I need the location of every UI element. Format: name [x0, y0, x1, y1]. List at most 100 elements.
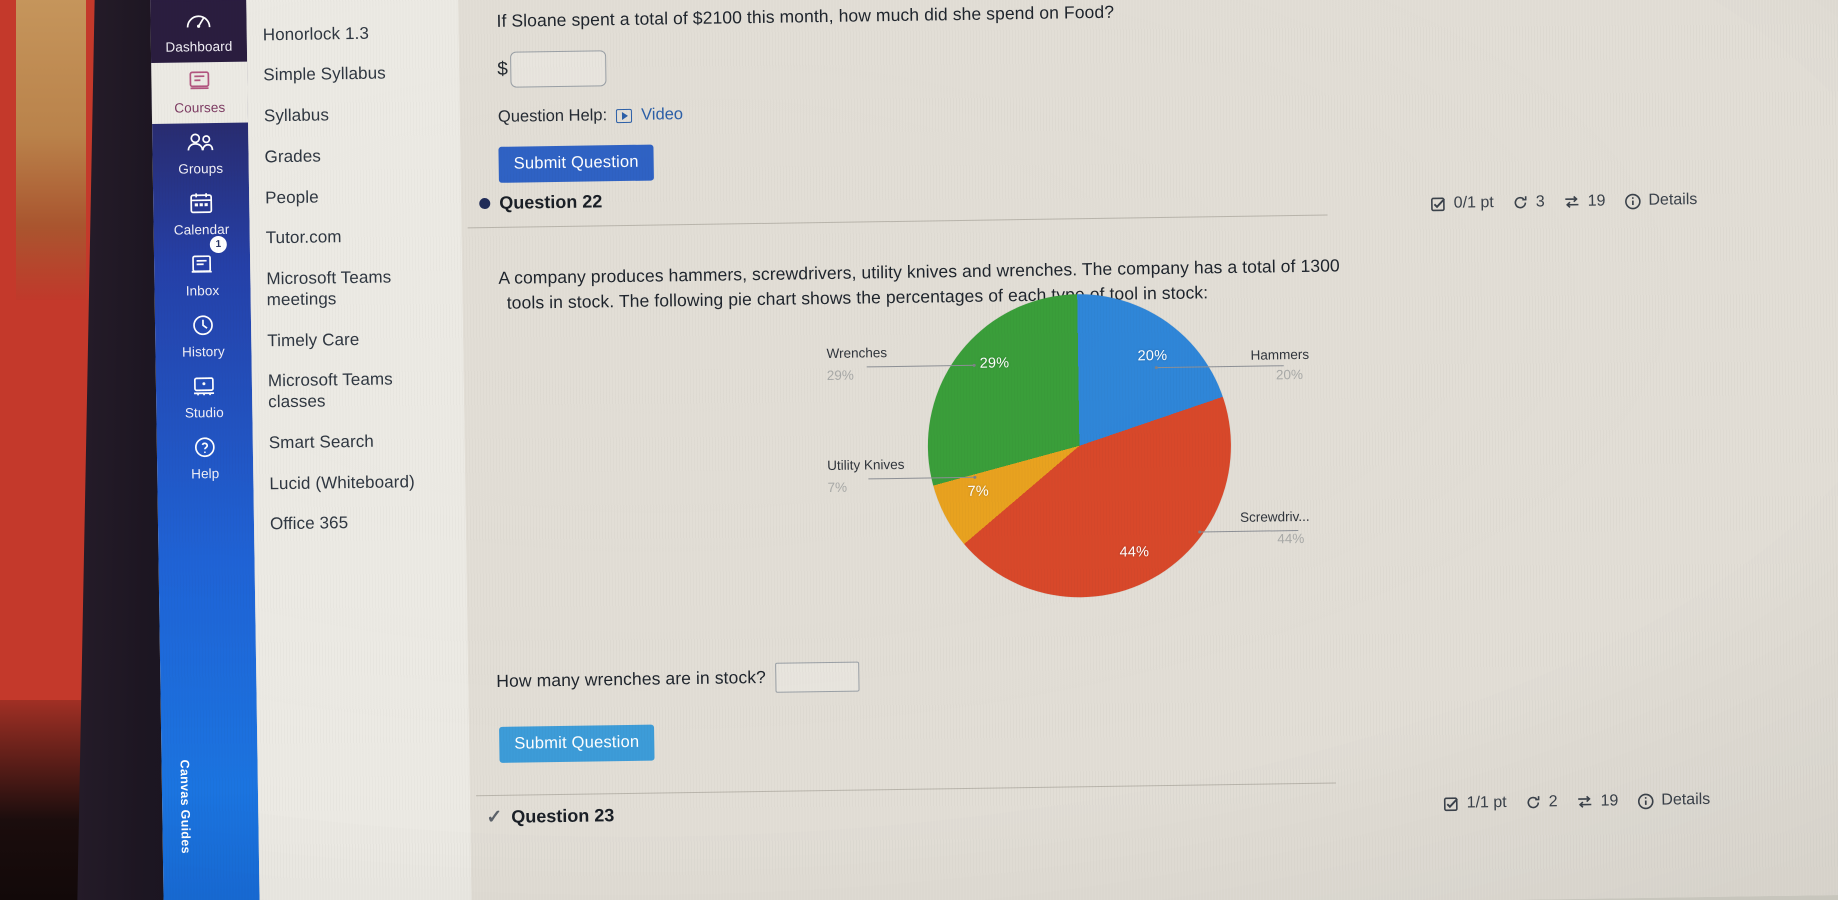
- question-22-meta: 0/1 pt 3 19 Details: [1431, 191, 1698, 213]
- question-help-label: Question Help:: [497, 106, 608, 127]
- course-nav-item-tutor-com[interactable]: Tutor.com: [249, 216, 462, 260]
- global-nav-item-inbox[interactable]: Inbox: [154, 245, 251, 307]
- correct-check-icon: ✓: [486, 806, 503, 829]
- course-nav-item-teams-classes[interactable]: Microsoft Teams classes: [252, 360, 413, 424]
- question-23-versions: 19: [1600, 792, 1619, 810]
- global-nav-item-help[interactable]: Help: [157, 428, 254, 490]
- question-22-divider: [467, 214, 1328, 229]
- video-play-icon[interactable]: [616, 108, 633, 123]
- info-icon: [1638, 793, 1654, 809]
- question-22-block: Question 22 0/1 pt 3 19 Details A compan…: [461, 173, 1838, 317]
- pie-label-screwdrivers: Screwdriv...: [1239, 508, 1310, 525]
- pie-slice-percent-wrenches: 29%: [979, 355, 1010, 372]
- course-nav-item-grades[interactable]: Grades 2: [248, 134, 525, 178]
- course-nav-item-timely-care[interactable]: Timely Care: [251, 318, 464, 362]
- pie-chart: 20% Hammers 20% 44% Screwdriv... 44% 7% …: [793, 292, 1438, 626]
- shuffle-icon: [1565, 195, 1579, 208]
- course-nav-item-simple-syllabus[interactable]: Simple Syllabus: [247, 53, 460, 97]
- pie-leader-dot-wrenches: [972, 363, 976, 367]
- question-21-help-row: Question Help: Video: [498, 88, 1838, 127]
- global-nav-label-studio: Studio: [184, 404, 224, 421]
- course-nav-item-lucid-whiteboard[interactable]: Lucid (Whiteboard): [253, 461, 466, 505]
- retry-icon: [1527, 796, 1540, 809]
- course-nav-label: Honorlock 1.3: [262, 23, 370, 45]
- retry-icon: [1514, 196, 1527, 209]
- question-22-points: 0/1 pt: [1453, 194, 1494, 212]
- shuffle-icon: [1578, 795, 1592, 808]
- course-nav-item-people[interactable]: People: [249, 175, 462, 219]
- pie-value-screwdrivers: 44%: [1277, 530, 1305, 547]
- question-22-subquestion-row: How many wrenches are in stock?: [496, 647, 1838, 697]
- course-nav-label: Tutor.com: [265, 227, 342, 248]
- global-nav-label-inbox: Inbox: [185, 283, 220, 299]
- global-nav-item-groups[interactable]: Groups: [152, 123, 249, 185]
- global-nav-label-calendar: Calendar: [173, 221, 230, 238]
- course-nav-label: Smart Search: [268, 431, 375, 453]
- pie-value-wrenches: 29%: [826, 367, 854, 384]
- question-23-attempts: 2: [1548, 793, 1558, 811]
- course-nav-label: People: [265, 187, 319, 207]
- course-nav-label: Office 365: [269, 513, 349, 534]
- global-nav-label-history: History: [181, 343, 225, 360]
- question-help-video-link[interactable]: Video: [641, 105, 683, 125]
- question-23-details-link[interactable]: Details: [1661, 791, 1710, 810]
- question-23-block: ✓ Question 23 1/1 pt 2 19 Details: [470, 782, 1838, 829]
- global-nav-label-groups: Groups: [178, 160, 224, 177]
- pie-label-hammers: Hammers: [1250, 346, 1310, 363]
- question-22-details-link[interactable]: Details: [1648, 191, 1697, 210]
- studio-screen-icon: [191, 377, 217, 402]
- course-nav-item-smart-search[interactable]: Smart Search: [252, 420, 465, 464]
- course-nav-item-office-365[interactable]: Office 365: [254, 502, 467, 546]
- courses-book-icon: [186, 71, 212, 97]
- global-nav-item-courses[interactable]: Courses: [151, 61, 249, 124]
- pie-leader-dot-hammers: [1154, 366, 1158, 370]
- info-icon: [1625, 193, 1641, 209]
- course-nav-item-syllabus[interactable]: Syllabus: [248, 94, 461, 138]
- course-navigation: Announcements Honorlock 1.3 Simple Sylla…: [245, 0, 525, 900]
- pie-slice-percent-utility-knives: 7%: [967, 483, 990, 500]
- question-22-subquestion: How many wrenches are in stock?: [496, 667, 767, 692]
- global-nav-item-dashboard[interactable]: Dashboard: [150, 0, 248, 63]
- global-nav-item-calendar[interactable]: Calendar 1: [153, 184, 250, 254]
- pie-leader-dot-screwdrivers: [1198, 530, 1202, 534]
- question-23-title: Question 23: [511, 805, 615, 827]
- unanswered-dot-icon: [479, 197, 491, 210]
- question-21-answer-input[interactable]: [509, 50, 607, 89]
- canvas-guides-tab[interactable]: Canvas Guides: [169, 759, 193, 900]
- question-22-attempts: 3: [1535, 193, 1545, 211]
- inbox-icon: [189, 255, 215, 280]
- question-22-answer-block: How many wrenches are in stock? Submit Q…: [468, 647, 1838, 764]
- question-23-points: 1/1 pt: [1466, 793, 1507, 812]
- question-21-answer-row: $: [497, 32, 1838, 89]
- global-nav-label-courses: Courses: [174, 99, 226, 116]
- question-21-submit-button[interactable]: Submit Question: [498, 144, 654, 184]
- question-21-prompt: If Sloane spent a total of $2100 this mo…: [496, 1, 1115, 31]
- question-22-title: Question 22: [499, 191, 603, 213]
- quiz-content: If Sloane spent a total of $2100 this mo…: [457, 0, 1838, 900]
- question-22-answer-input[interactable]: [774, 661, 860, 693]
- question-21-block: If Sloane spent a total of $2100 this mo…: [458, 0, 1838, 184]
- monitor-screen: Account Dashboard Courses Groups: [150, 0, 1838, 900]
- global-nav-label-dashboard: Dashboard: [165, 38, 233, 55]
- pie-label-utility-knives: Utility Knives: [827, 456, 905, 474]
- pie-label-wrenches: Wrenches: [826, 345, 888, 362]
- calendar-icon: [188, 193, 214, 219]
- course-nav-label: Microsoft Teams meetings: [266, 267, 392, 310]
- dashboard-gauge-icon: [185, 15, 213, 36]
- course-nav-item-teams-meetings[interactable]: Microsoft Teams meetings: [250, 257, 411, 321]
- course-nav-label: Timely Care: [267, 329, 360, 350]
- groups-people-icon: [185, 133, 215, 158]
- course-nav-item-honorlock[interactable]: Honorlock 1.3: [246, 12, 459, 56]
- global-nav-label-help: Help: [191, 466, 220, 482]
- global-nav-item-history[interactable]: History: [155, 306, 252, 368]
- pie-value-hammers: 20%: [1275, 366, 1304, 383]
- course-nav-label: Syllabus: [263, 105, 330, 126]
- checkbox-icon: [1431, 197, 1446, 212]
- global-nav-item-studio[interactable]: Studio: [156, 367, 253, 429]
- checkbox-icon: [1444, 797, 1459, 812]
- history-clock-icon: [190, 315, 216, 341]
- pie-slice-percent-screwdrivers: 44%: [1119, 544, 1150, 561]
- question-22-submit-button[interactable]: Submit Question: [499, 724, 655, 763]
- course-nav-label: Announcements: [262, 0, 386, 3]
- global-navigation: Account Dashboard Courses Groups: [150, 0, 260, 900]
